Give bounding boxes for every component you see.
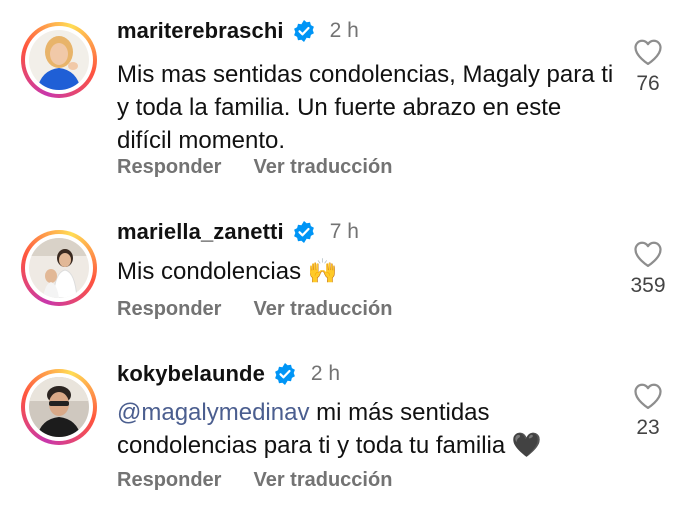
timestamp: 2 h (329, 19, 359, 42)
see-translation-button[interactable]: Ver traducción (253, 298, 392, 321)
username[interactable]: mariella_zanetti (117, 219, 284, 245)
mention-link[interactable]: @magalymedinav (117, 399, 309, 426)
avatar-story-ring[interactable] (21, 369, 97, 445)
verified-badge-icon (293, 221, 314, 243)
heart-outline-icon[interactable] (633, 382, 663, 410)
verified-badge-icon (275, 363, 295, 385)
comment-actions: Responder Ver traducción (117, 156, 392, 179)
avatar-story-ring[interactable] (21, 22, 97, 98)
comment-actions: Responder Ver traducción (117, 298, 392, 321)
like-count: 359 (630, 274, 666, 297)
reply-button[interactable]: Responder (117, 156, 221, 179)
comment-header: kokybelaunde 2 h (117, 359, 340, 389)
avatar (29, 238, 89, 298)
like-column: 359 (620, 240, 676, 298)
comment-text: Mis mas sentidas condolencias, Magaly pa… (117, 61, 614, 154)
like-column: 76 (620, 38, 676, 96)
reply-button[interactable]: Responder (117, 298, 221, 321)
comment-text: @magalymedinav mi más sentidas condolenc… (117, 396, 617, 462)
avatar (29, 30, 89, 90)
timestamp: 7 h (329, 220, 359, 243)
avatar (29, 377, 89, 437)
verified-badge-icon (293, 20, 314, 42)
reply-button[interactable]: Responder (117, 469, 221, 492)
timestamp: 2 h (310, 362, 341, 385)
comment-header: mariterebraschi 2 h (117, 16, 359, 46)
username[interactable]: mariterebraschi (117, 18, 284, 44)
see-translation-button[interactable]: Ver traducción (253, 469, 392, 492)
heart-outline-icon[interactable] (633, 240, 663, 268)
comment-text: Mis condolencias 🙌 (117, 258, 338, 285)
avatar-story-ring[interactable] (21, 230, 97, 306)
comment-actions: Responder Ver traducción (117, 469, 392, 492)
see-translation-button[interactable]: Ver traducción (253, 156, 392, 179)
like-count: 23 (636, 416, 660, 439)
heart-outline-icon[interactable] (633, 38, 663, 66)
like-count: 76 (636, 72, 660, 95)
like-column: 23 (620, 382, 676, 440)
username[interactable]: kokybelaunde (117, 361, 265, 387)
comment-header: mariella_zanetti 7 h (117, 217, 359, 247)
